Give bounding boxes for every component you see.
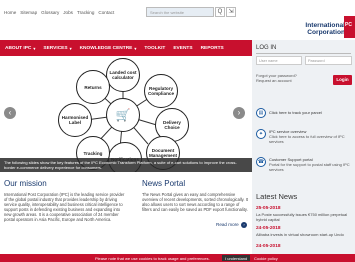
nav-about[interactable]: ABOUT IPC ▾: [5, 46, 35, 51]
link-home[interactable]: Home: [4, 10, 16, 15]
service-support-text: Portal for the support to postal staff u…: [269, 161, 350, 172]
hero-caption: The following slides show the key featur…: [0, 158, 252, 172]
news-portal-title: News Portal: [142, 179, 186, 188]
feature-returns: Returns: [76, 70, 110, 104]
nav-toolkit-label: TOOLKIT: [144, 45, 166, 51]
utility-links: Home Sitemap Glossary Jobs Tracking Cont…: [4, 10, 114, 15]
link-contact[interactable]: Contact: [98, 10, 114, 15]
nav-events[interactable]: EVENTS: [173, 46, 192, 51]
hero-carousel[interactable]: Landed cost calculator Regulatory Compli…: [0, 56, 252, 172]
nav-services-label: SERVICES: [43, 45, 68, 51]
cart-icon: 🛒: [106, 98, 140, 132]
logo-badge-text: PC: [345, 22, 352, 28]
service-track-parcel[interactable]: ▤ Click here to track your parcel: [256, 108, 352, 120]
service-support-portal[interactable]: ☎ Customer Support portal Portal for the …: [256, 157, 352, 173]
divider: [256, 53, 351, 54]
link-jobs[interactable]: Jobs: [63, 10, 73, 15]
service-overview[interactable]: ✦ IPC service overview Click here to acce…: [256, 129, 352, 145]
phone-icon: ☎: [256, 157, 266, 167]
nav-knowledge[interactable]: KNOWLEDGE CENTRE ▾: [80, 46, 137, 51]
cookie-accept-button[interactable]: I understand: [222, 255, 251, 261]
nav-reports[interactable]: REPORTS: [201, 46, 224, 51]
search-icon[interactable]: Q: [215, 7, 225, 17]
star-icon: ✦: [256, 129, 266, 139]
request-account-link[interactable]: Request an account: [256, 78, 297, 83]
news-item-link[interactable]: Alibaba invests in virtual showroom star…: [256, 232, 352, 238]
chevron-down-icon: ▾: [69, 45, 72, 51]
logo-badge: PC: [344, 16, 355, 38]
chevron-right-icon[interactable]: ›: [241, 222, 247, 228]
forgot-links: Forgot your password? Request an account: [256, 73, 297, 83]
nav-about-label: ABOUT IPC: [5, 45, 32, 51]
feature-landed-cost: Landed cost calculator: [106, 58, 140, 92]
feature-regulatory: Regulatory Compliance: [144, 74, 178, 108]
cookie-bar: Please note that we use cookies to track…: [0, 254, 355, 262]
nav-reports-label: REPORTS: [200, 45, 224, 51]
nav-knowledge-label: KNOWLEDGE CENTRE: [79, 45, 133, 51]
feature-harmonised: Harmonised Label: [58, 103, 92, 137]
chevron-down-icon: ▾: [33, 45, 36, 51]
news-item-link[interactable]: La Poste successfully issues €750 millio…: [256, 212, 352, 223]
top-bar: Home Sitemap Glossary Jobs Tracking Cont…: [0, 0, 355, 40]
nav-services[interactable]: SERVICES ▾: [43, 46, 71, 51]
latest-news-title: Latest News: [256, 192, 298, 201]
news-date: 24-05-2018: [256, 226, 281, 231]
link-sitemap[interactable]: Sitemap: [20, 10, 37, 15]
mission-title: Our mission: [4, 179, 47, 188]
link-glossary[interactable]: Glossary: [41, 10, 59, 15]
login-icon[interactable]: ⇲: [226, 7, 236, 17]
sidebar: LOG IN User name Password Forgot your pa…: [252, 40, 355, 262]
chevron-down-icon: ▾: [134, 45, 137, 51]
read-more-link[interactable]: Read more: [216, 222, 239, 227]
nav-events-label: EVENTS: [173, 45, 193, 51]
login-button[interactable]: Login: [333, 75, 352, 85]
carousel-prev-icon[interactable]: ‹: [4, 107, 16, 119]
cookie-text: Please note that we use cookies to track…: [95, 256, 210, 261]
news-date: 24-05-2018: [256, 244, 281, 249]
parcel-icon: ▤: [256, 108, 266, 118]
link-tracking[interactable]: Tracking: [77, 10, 94, 15]
service-track-title: Click here to track your parcel: [269, 110, 322, 115]
logo[interactable]: International Corporation: [305, 22, 345, 36]
service-overview-text: Click here to access to full overview of…: [269, 133, 345, 144]
password-field[interactable]: Password: [305, 56, 352, 65]
main-nav: ABOUT IPC ▾ SERVICES ▾ KNOWLEDGE CENTRE ▾ T…: [0, 40, 252, 56]
search-input[interactable]: Search the website: [146, 7, 214, 17]
nav-toolkit[interactable]: TOOLKIT: [144, 46, 165, 51]
cookie-policy-link[interactable]: Cookie policy: [254, 256, 278, 261]
logo-line-2: Corporation: [307, 29, 345, 36]
mission-text: International Post Corporation (IPC) is …: [4, 192, 125, 223]
login-title: LOG IN: [256, 45, 277, 51]
username-field[interactable]: User name: [256, 56, 302, 65]
logo-line-1: International: [305, 22, 345, 29]
news-date: 25-05-2018: [256, 206, 281, 211]
news-portal-text: The News Portal gives an easy and compre…: [142, 192, 248, 213]
carousel-next-icon[interactable]: ›: [233, 107, 245, 119]
